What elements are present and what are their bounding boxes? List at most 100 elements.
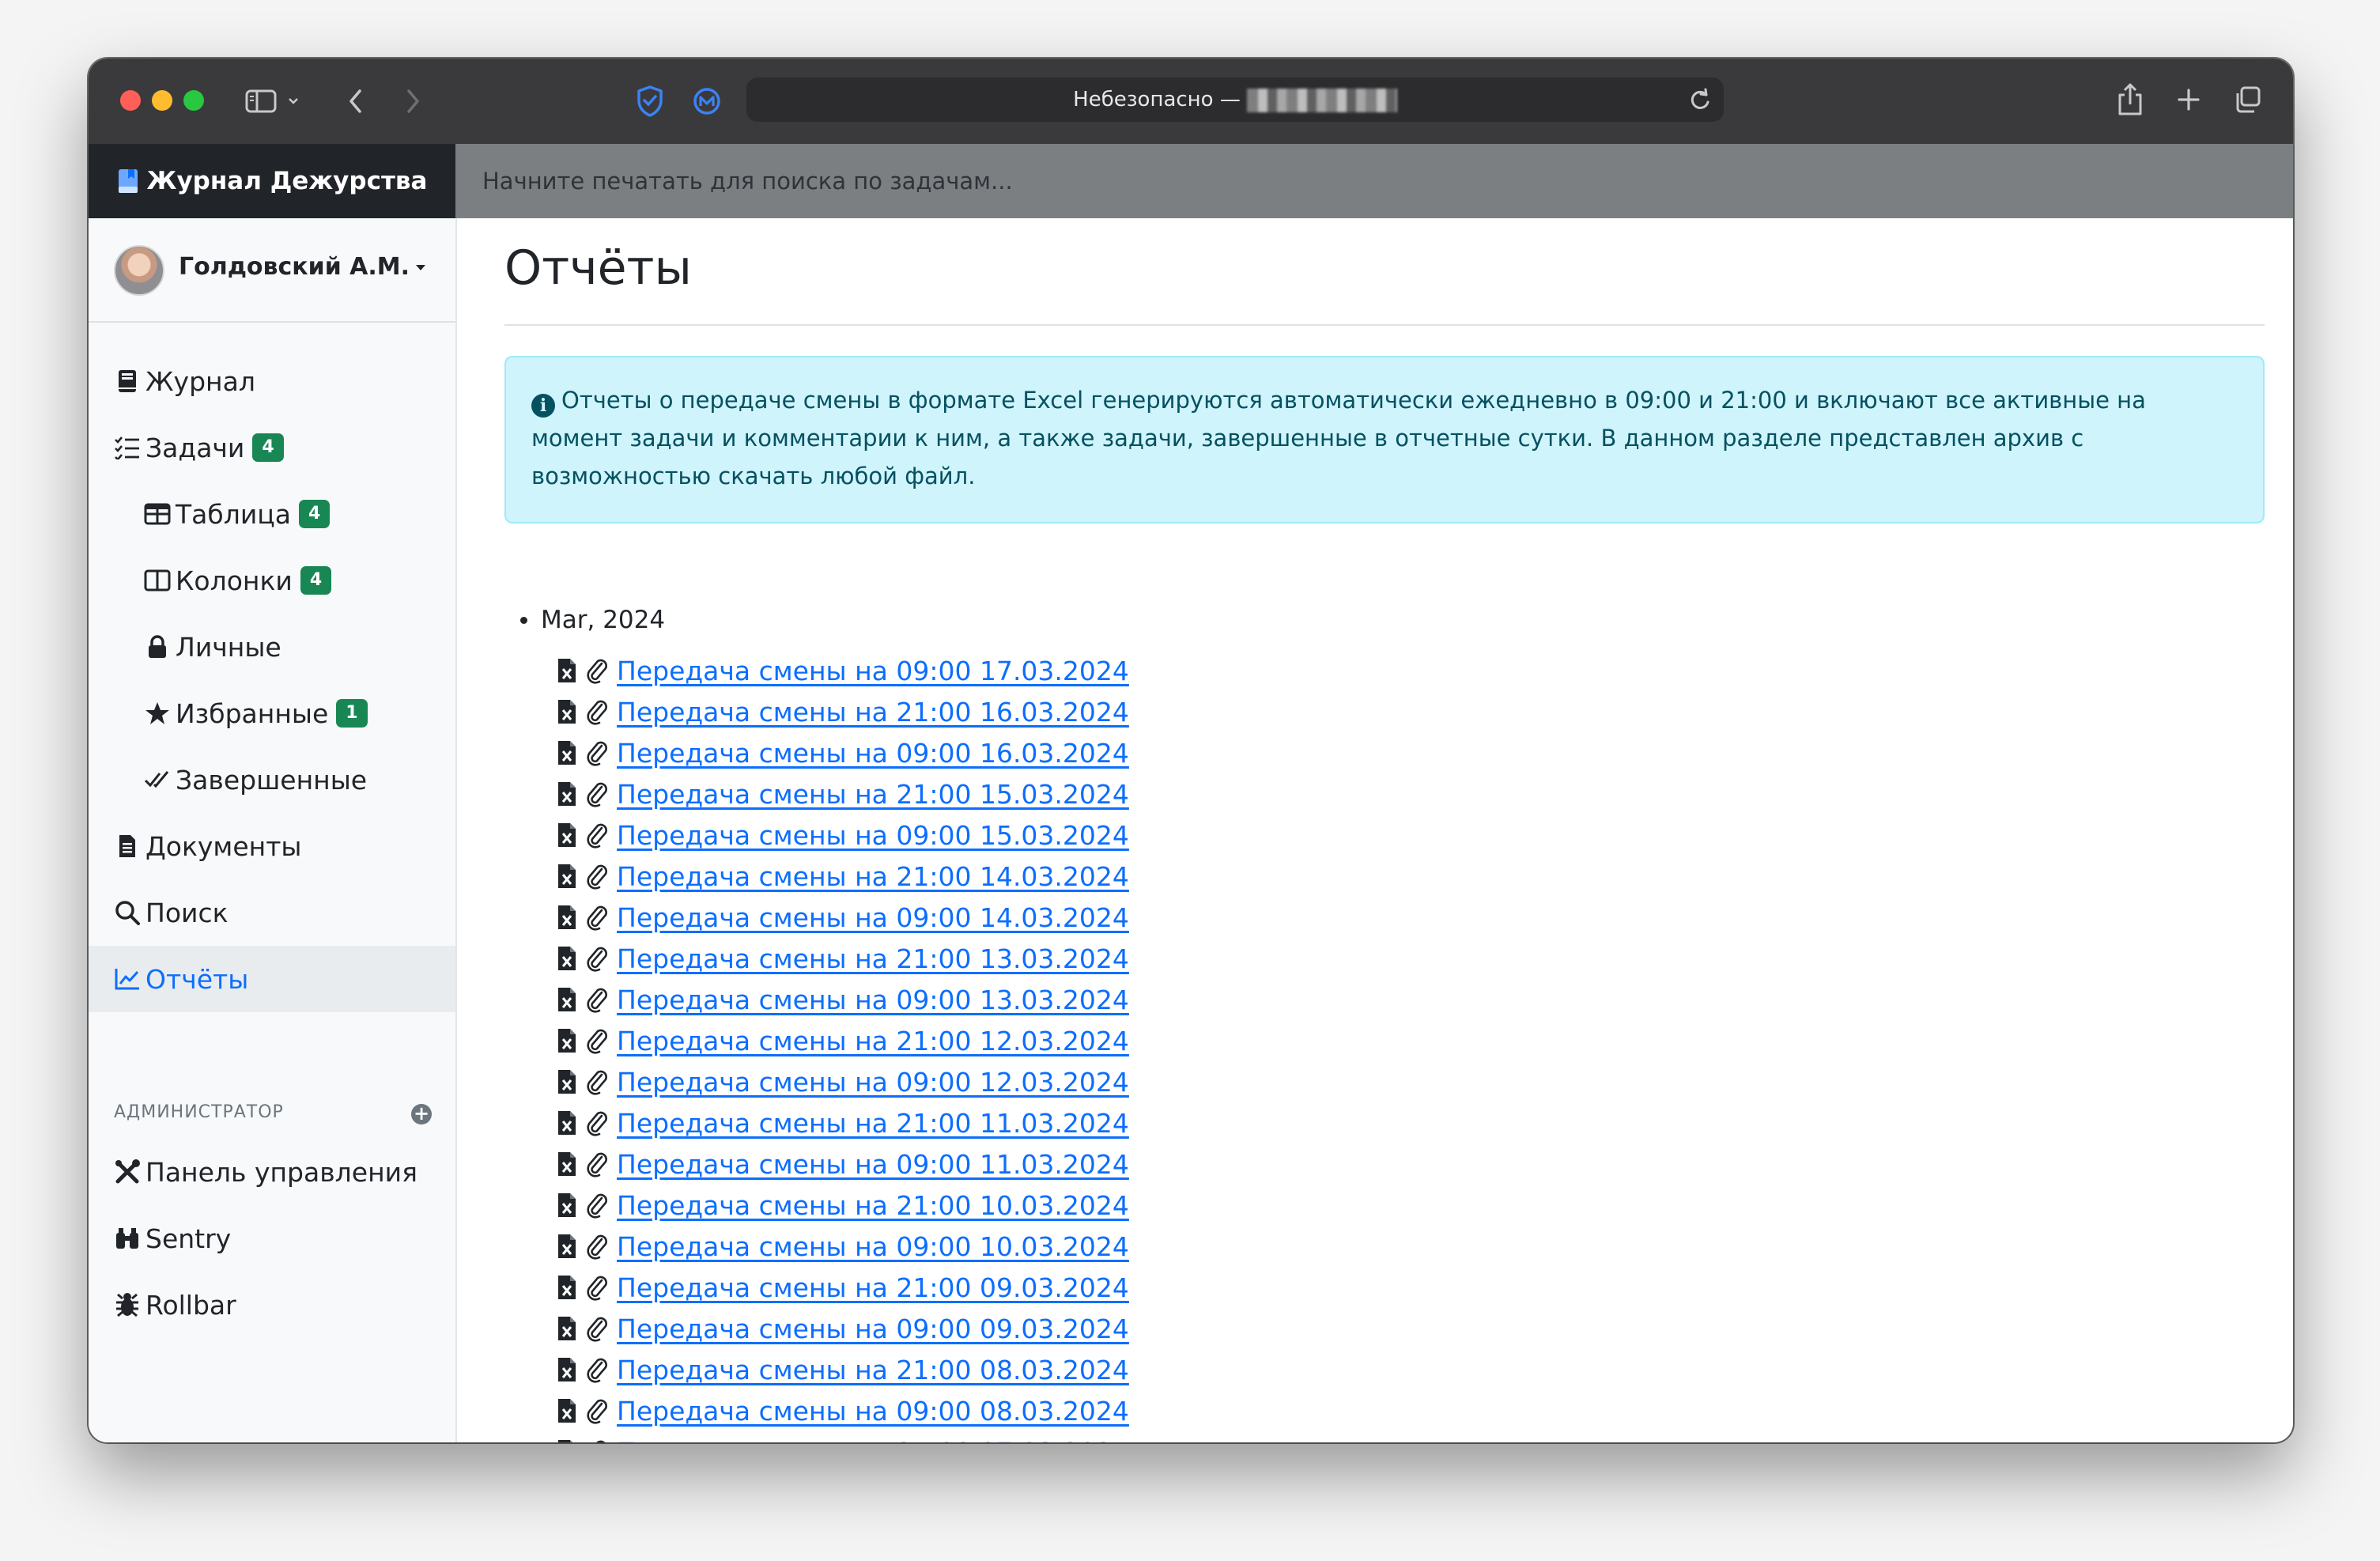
report-link[interactable]: Передача смены на 21:00 12.03.2024 xyxy=(617,1026,1129,1056)
sidebar-item-label: Sentry xyxy=(145,1223,232,1254)
sidebar-item-reports[interactable]: Отчёты xyxy=(89,946,455,1012)
bug-icon xyxy=(114,1291,141,1318)
app-brand[interactable]: Журнал Дежурства xyxy=(89,144,455,218)
report-link[interactable]: Передача смены на 09:00 16.03.2024 xyxy=(617,738,1129,769)
file-excel-icon xyxy=(557,1315,579,1342)
list-item: Передача смены на 09:00 10.03.2024 xyxy=(557,1226,1129,1267)
report-link[interactable]: Передача смены на 21:00 11.03.2024 xyxy=(617,1108,1129,1139)
close-window-button[interactable] xyxy=(120,90,141,111)
paperclip-icon xyxy=(585,1192,609,1219)
tab-overview-icon[interactable] xyxy=(2230,82,2265,117)
sidebar-item-journal[interactable]: Журнал xyxy=(89,348,455,414)
report-link[interactable]: Передача смены на 09:00 13.03.2024 xyxy=(617,985,1129,1015)
report-link[interactable]: Передача смены на 21:00 08.03.2024 xyxy=(617,1355,1129,1385)
sidebar-item-control-panel[interactable]: Панель управления xyxy=(89,1139,455,1205)
report-link[interactable]: Передача смены на 09:00 09.03.2024 xyxy=(617,1313,1129,1344)
list-item: Передача смены на 09:00 15.03.2024 xyxy=(557,815,1129,856)
sidebar-item-table[interactable]: Таблица 4 xyxy=(89,481,455,547)
report-link[interactable]: Передача смены на 09:00 17.03.2024 xyxy=(617,656,1129,686)
file-excel-icon xyxy=(557,904,579,931)
task-search-input[interactable] xyxy=(455,144,2293,218)
file-excel-icon xyxy=(557,657,579,684)
report-link[interactable]: Передача смены на 21:00 13.03.2024 xyxy=(617,943,1129,974)
info-alert: i Отчеты о передаче смены в формате Excel… xyxy=(504,356,2265,523)
report-link[interactable]: Передача смены на 21:00 09.03.2024 xyxy=(617,1272,1129,1303)
sidebar-item-documents[interactable]: Документы xyxy=(89,813,455,879)
file-text-icon xyxy=(114,833,141,860)
list-item: Передача смены на 09:00 16.03.2024 xyxy=(557,732,1129,773)
extension-icon[interactable] xyxy=(689,84,724,119)
file-excel-icon xyxy=(557,822,579,849)
list-item: Передача смены на 21:00 16.03.2024 xyxy=(557,691,1129,732)
file-excel-icon xyxy=(557,1397,579,1424)
report-link[interactable]: Передача смены на 21:00 10.03.2024 xyxy=(617,1190,1129,1221)
report-link[interactable]: Передача смены на 21:00 07.03.2024 xyxy=(617,1437,1129,1443)
share-icon[interactable] xyxy=(2114,79,2146,120)
user-menu[interactable]: Голдовский А.М. xyxy=(89,218,455,323)
page-title: Отчёты xyxy=(504,240,692,296)
reload-icon[interactable] xyxy=(1687,87,1713,115)
minimize-window-button[interactable] xyxy=(152,90,172,111)
list-item: Передача смены на 09:00 17.03.2024 xyxy=(557,650,1129,691)
privacy-shield-icon[interactable] xyxy=(633,82,667,120)
title-divider xyxy=(504,324,2265,326)
report-link[interactable]: Передача смены на 09:00 11.03.2024 xyxy=(617,1149,1129,1180)
file-excel-icon xyxy=(557,739,579,766)
paperclip-icon xyxy=(585,1233,609,1260)
chevron-down-icon[interactable] xyxy=(285,93,302,109)
sidebar-item-sentry[interactable]: Sentry xyxy=(89,1205,455,1272)
report-link[interactable]: Передача смены на 09:00 08.03.2024 xyxy=(617,1396,1129,1427)
address-text: Небезопасно — xyxy=(746,77,1724,122)
report-link[interactable]: Передача смены на 09:00 10.03.2024 xyxy=(617,1231,1129,1262)
list-item: Передача смены на 09:00 09.03.2024 xyxy=(557,1308,1129,1349)
list-item: Передача смены на 21:00 13.03.2024 xyxy=(557,938,1129,979)
report-link[interactable]: Передача смены на 09:00 14.03.2024 xyxy=(617,902,1129,933)
new-tab-icon[interactable] xyxy=(2173,84,2204,115)
count-badge: 1 xyxy=(336,699,368,728)
caret-down-icon xyxy=(416,265,426,270)
report-link[interactable]: Передача смены на 09:00 15.03.2024 xyxy=(617,820,1129,851)
binoculars-icon xyxy=(114,1225,141,1252)
paperclip-icon xyxy=(585,698,609,725)
file-excel-icon xyxy=(557,1109,579,1136)
user-name[interactable]: Голдовский А.М. xyxy=(179,253,426,281)
sidebar-item-search[interactable]: Поиск xyxy=(89,879,455,946)
chart-line-icon xyxy=(114,966,141,992)
paperclip-icon xyxy=(585,1068,609,1095)
list-check-icon xyxy=(114,434,141,461)
report-link[interactable]: Передача смены на 21:00 16.03.2024 xyxy=(617,697,1129,728)
paperclip-icon xyxy=(585,945,609,972)
report-link[interactable]: Передача смены на 21:00 14.03.2024 xyxy=(617,861,1129,892)
list-item: Передача смены на 21:00 07.03.2024 xyxy=(557,1431,1129,1442)
browser-toolbar: Небезопасно — xyxy=(89,59,2293,146)
paperclip-icon xyxy=(585,739,609,766)
sidebar-item-completed[interactable]: Завершенные xyxy=(89,746,455,813)
sidebar-item-label: Поиск xyxy=(145,897,229,928)
back-icon[interactable] xyxy=(342,85,370,117)
sidebar-item-label: Личные xyxy=(176,631,281,663)
report-link[interactable]: Передача смены на 21:00 15.03.2024 xyxy=(617,779,1129,810)
paperclip-icon xyxy=(585,1438,609,1442)
file-excel-icon xyxy=(557,1438,579,1442)
file-excel-icon xyxy=(557,1151,579,1177)
check-all-icon xyxy=(144,766,171,793)
add-admin-link-icon[interactable]: + xyxy=(411,1104,432,1124)
forward-icon[interactable] xyxy=(399,85,427,117)
sidebar-item-favorites[interactable]: Избранные 1 xyxy=(89,680,455,746)
month-group-label: Mar, 2024 xyxy=(541,606,666,634)
paperclip-icon xyxy=(585,1109,609,1136)
list-item: Передача смены на 09:00 14.03.2024 xyxy=(557,897,1129,938)
sidebar-item-label: Панель управления xyxy=(145,1156,417,1188)
report-list: Передача смены на 09:00 17.03.2024 Переда… xyxy=(557,650,1129,1442)
sidebar-item-rollbar[interactable]: Rollbar xyxy=(89,1272,455,1338)
sidebar-toggle-icon[interactable] xyxy=(244,85,278,117)
report-link[interactable]: Передача смены на 09:00 12.03.2024 xyxy=(617,1067,1129,1098)
zoom-window-button[interactable] xyxy=(183,90,204,111)
address-bar[interactable]: Небезопасно — xyxy=(746,77,1724,122)
book-icon xyxy=(114,368,141,395)
lock-icon xyxy=(144,633,171,660)
sidebar-item-private[interactable]: Личные xyxy=(89,614,455,680)
sidebar-item-columns[interactable]: Колонки 4 xyxy=(89,547,455,614)
sidebar-item-tasks[interactable]: Задачи 4 xyxy=(89,414,455,481)
task-search-bar xyxy=(455,144,2293,218)
